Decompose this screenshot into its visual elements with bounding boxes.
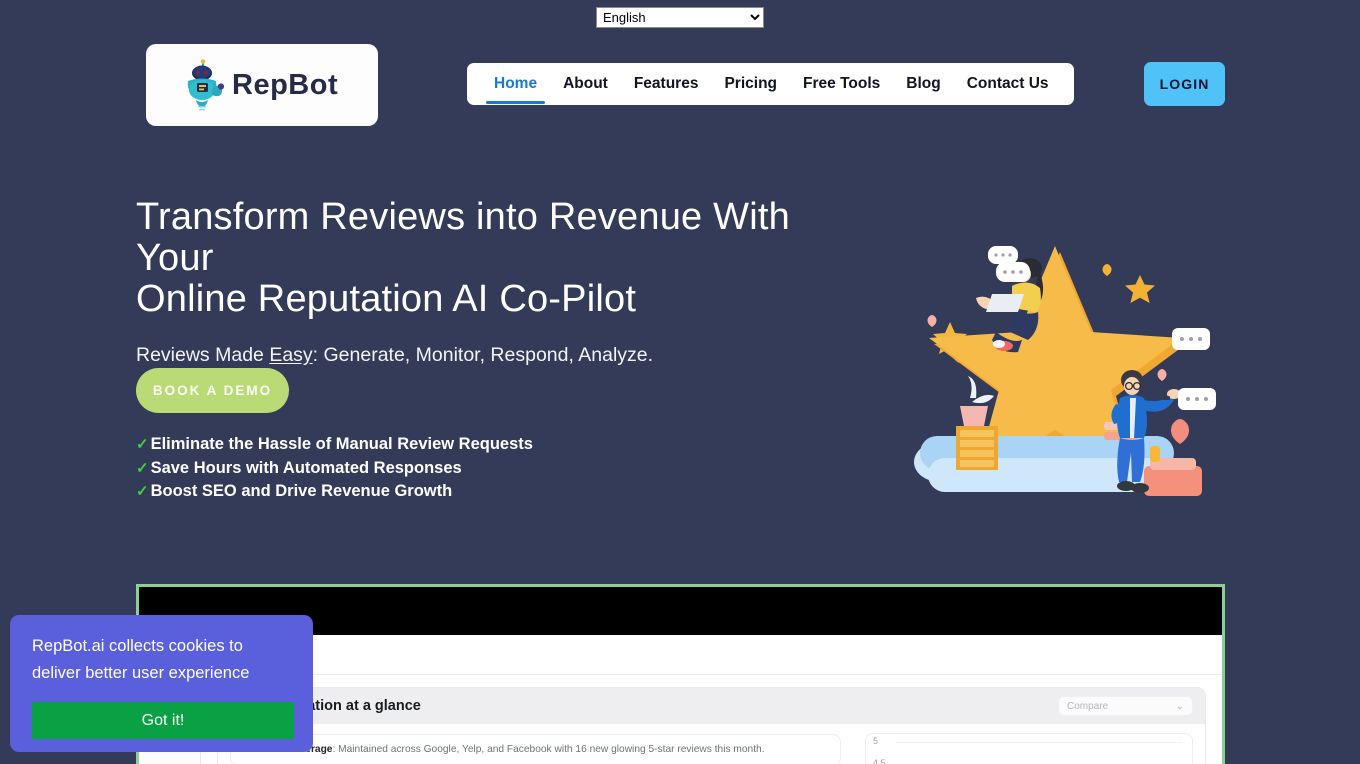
3d-star-reviews-illustration bbox=[900, 240, 1220, 502]
check-icon: ✓ bbox=[136, 436, 149, 453]
nav-item-home[interactable]: Home bbox=[481, 64, 550, 104]
reputation-glance-card: Your reputation at a glance ★ 4.8-Star A… bbox=[217, 687, 1206, 764]
hero-text-block: Transform Reviews into Revenue With Your… bbox=[136, 196, 836, 367]
logo-wordmark: RepBot bbox=[232, 68, 339, 101]
chart-toolbar: Compare ⌄ bbox=[853, 688, 1205, 724]
site-header: RepBot Home About Features Pricing Free … bbox=[0, 34, 1360, 129]
language-bar: English bbox=[0, 0, 1360, 34]
hero-benefit-list: ✓ Eliminate the Hassle of Manual Review … bbox=[136, 433, 533, 504]
nav-item-blog[interactable]: Blog bbox=[893, 64, 953, 104]
language-select[interactable]: English bbox=[596, 6, 764, 28]
robot-mascot-icon bbox=[180, 59, 226, 111]
stat-card-star-average: ★ 4.8-Star Average: Maintained across Go… bbox=[230, 734, 841, 764]
hero-subtitle-post: : Generate, Monitor, Respond, Analyze. bbox=[312, 344, 654, 367]
dashboard-main: Dashboard Your reputation at a glance ★ … bbox=[201, 635, 1222, 764]
glance-card-title: Your reputation at a glance bbox=[218, 688, 853, 724]
hero-heading-line-1: Transform Reviews into Revenue With Your bbox=[136, 196, 790, 280]
hero-subtitle-emphasis: Easy bbox=[269, 344, 313, 367]
main-nav: Home About Features Pricing Free Tools B… bbox=[467, 63, 1074, 105]
hero-heading-line-2: Online Reputation AI Co-Pilot bbox=[136, 278, 637, 321]
chart-column: Compare ⌄ 5 4.5 bbox=[853, 688, 1205, 764]
cookie-consent-message: RepBot.ai collects cookies to deliver be… bbox=[32, 637, 250, 682]
list-item: ✓ Boost SEO and Drive Revenue Growth bbox=[136, 480, 533, 504]
chart-bars bbox=[902, 734, 1180, 764]
nav-item-features[interactable]: Features bbox=[621, 64, 712, 104]
glance-stats-row: ★ 4.8-Star Average: Maintained across Go… bbox=[218, 724, 853, 764]
nav-item-contact-us[interactable]: Contact Us bbox=[954, 64, 1062, 104]
check-icon: ✓ bbox=[136, 459, 149, 477]
nav-item-about[interactable]: About bbox=[550, 64, 621, 104]
nav-item-free-tools[interactable]: Free Tools bbox=[790, 64, 893, 104]
compare-dropdown-label: Compare bbox=[1067, 700, 1109, 712]
ratings-bar-chart: 5 4.5 bbox=[865, 733, 1193, 764]
dashboard-title: Dashboard bbox=[201, 635, 1222, 675]
stat-card-detail: : Maintained across Google, Yelp, and Fa… bbox=[332, 744, 765, 755]
chevron-down-icon: ⌄ bbox=[1175, 700, 1184, 712]
page-title: Transform Reviews into Revenue With Your… bbox=[136, 196, 836, 321]
hero-subtitle: Reviews Made Easy: Generate, Monitor, Re… bbox=[136, 344, 836, 367]
glance-left-column: Your reputation at a glance ★ 4.8-Star A… bbox=[218, 688, 853, 764]
list-item: ✓ Save Hours with Automated Responses bbox=[136, 457, 533, 481]
compare-dropdown[interactable]: Compare ⌄ bbox=[1058, 696, 1193, 716]
book-a-demo-button[interactable]: BOOK A DEMO bbox=[136, 368, 289, 413]
list-item-label: Save Hours with Automated Responses bbox=[150, 458, 462, 477]
nav-item-pricing[interactable]: Pricing bbox=[711, 64, 790, 104]
logo-link[interactable]: RepBot bbox=[146, 44, 378, 126]
cookie-consent-banner: RepBot.ai collects cookies to deliver be… bbox=[10, 615, 313, 752]
list-item-label: Eliminate the Hassle of Manual Review Re… bbox=[150, 435, 533, 453]
check-icon: ✓ bbox=[136, 483, 149, 500]
list-item: ✓ Eliminate the Hassle of Manual Review … bbox=[136, 433, 533, 457]
list-item-label: Boost SEO and Drive Revenue Growth bbox=[150, 482, 453, 500]
y-axis-tick: 4.5 bbox=[873, 758, 886, 764]
y-axis-tick: 5 bbox=[873, 736, 879, 746]
cookie-accept-button[interactable]: Got it! bbox=[32, 702, 294, 739]
hero-subtitle-pre: Reviews Made bbox=[136, 344, 270, 367]
login-button[interactable]: LOGIN bbox=[1144, 62, 1225, 106]
